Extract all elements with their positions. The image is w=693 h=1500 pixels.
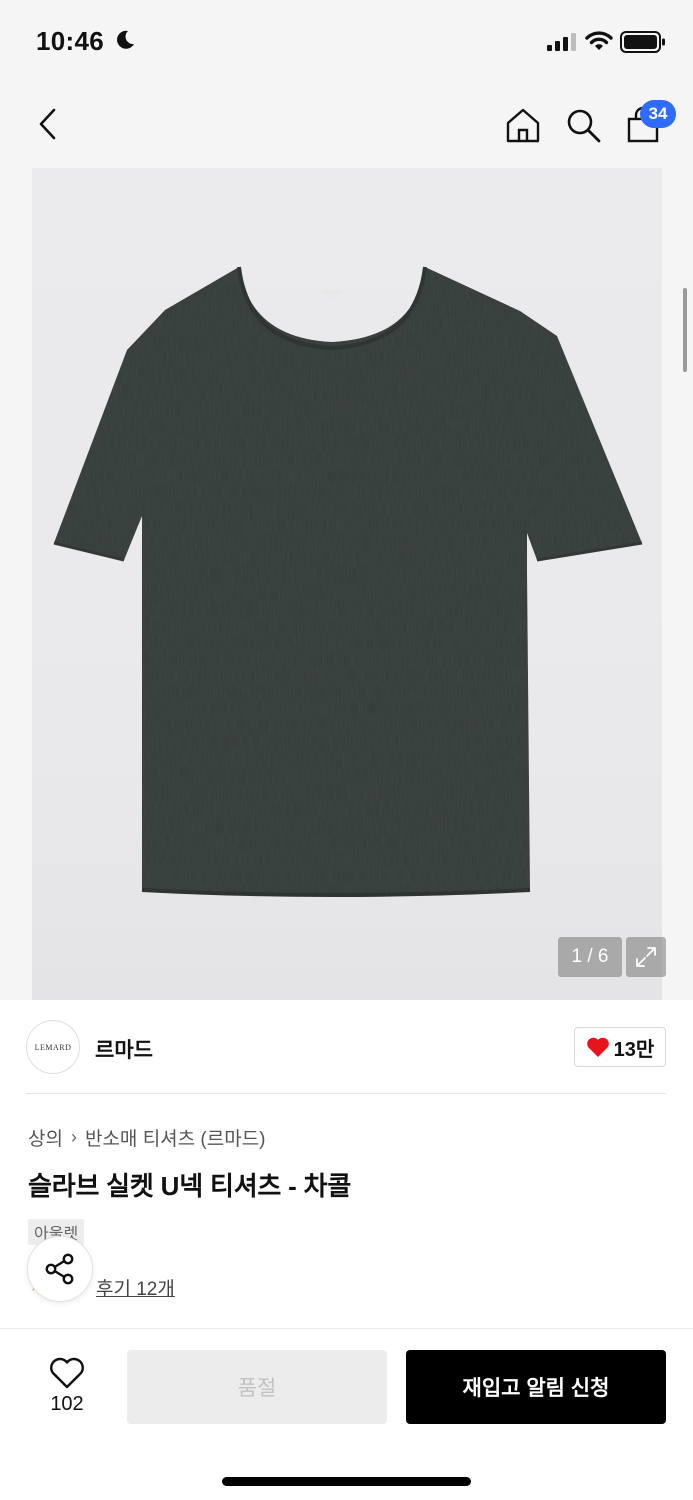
search-button[interactable]: [560, 102, 606, 148]
tshirt-image: [53, 266, 643, 897]
cart-badge: 34: [640, 100, 676, 128]
status-bar: 10:46: [0, 0, 693, 84]
moon-icon: [117, 30, 134, 49]
breadcrumb-category[interactable]: 상의: [28, 1124, 63, 1151]
expand-button[interactable]: [626, 937, 666, 977]
soldout-button[interactable]: 품절: [127, 1350, 387, 1424]
chevron-right-icon: ›: [70, 1127, 77, 1147]
status-time: 10:46: [36, 26, 104, 56]
heart-icon: [586, 1037, 609, 1057]
heart-outline-icon: [50, 1357, 84, 1388]
image-counter: 1 / 6: [558, 937, 622, 977]
wishlist-button[interactable]: 102: [30, 1351, 104, 1421]
battery-icon: [620, 31, 665, 53]
review-link[interactable]: 후기 12개: [96, 1274, 175, 1301]
brand-logo[interactable]: LEMARD: [26, 1020, 80, 1074]
back-button[interactable]: [26, 102, 70, 146]
brand-row: LEMARD 르마드 13만: [0, 1000, 693, 1094]
home-icon: [506, 108, 540, 143]
back-icon: [39, 108, 56, 140]
breadcrumb-subcategory[interactable]: 반소매 티셔츠 (르마드): [85, 1124, 266, 1151]
brand-like-button[interactable]: 13만: [574, 1027, 666, 1067]
signal-icon: [547, 33, 576, 51]
bottom-action-bar: 102 품절 재입고 알림 신청: [0, 1328, 693, 1500]
divider: [26, 1093, 666, 1094]
search-icon: [567, 109, 601, 143]
home-button[interactable]: [500, 102, 546, 148]
share-icon: [45, 1253, 74, 1285]
brand-name[interactable]: 르마드: [95, 1034, 153, 1064]
product-image: [32, 168, 662, 1000]
nav-bar: [0, 84, 693, 168]
breadcrumb: 상의 › 반소매 티셔츠 (르마드): [28, 1124, 266, 1151]
product-image-gallery[interactable]: [0, 168, 693, 1000]
wifi-icon: [585, 31, 613, 50]
wishlist-count: 102: [50, 1392, 84, 1415]
expand-icon: [636, 947, 656, 967]
product-title: 슬라브 실켓 U넥 티셔츠 - 차콜: [28, 1171, 352, 1201]
scroll-indicator[interactable]: [683, 288, 687, 372]
share-button[interactable]: [27, 1236, 93, 1302]
home-indicator[interactable]: [222, 1477, 471, 1486]
brand-like-count: 13만: [613, 1038, 655, 1061]
restock-alert-button[interactable]: 재입고 알림 신청: [406, 1350, 666, 1424]
